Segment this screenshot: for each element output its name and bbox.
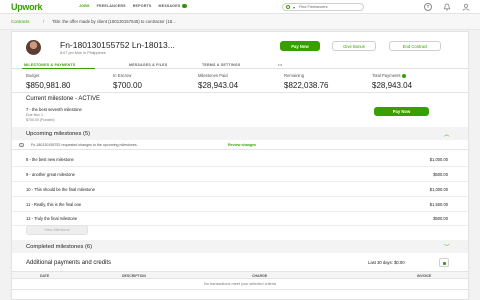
completed-milestones-title: Completed milestones (6) [26, 243, 93, 250]
milestone-name: 10 - This should be the final milestone [26, 187, 95, 192]
stat-label-text: Total Payments [372, 73, 401, 78]
top-navigation: Upwork JOBS FREELANCERS REPORTS MESSAGES… [0, 0, 480, 14]
pay-now-button[interactable]: Pay Now [280, 41, 320, 51]
upcoming-milestones-title: Upcoming milestones (5) [26, 130, 91, 137]
divider [12, 92, 468, 93]
milestone-amount: $1,000.00 [429, 157, 448, 162]
search-input[interactable]: Find Freelancers [299, 5, 328, 9]
nav-links: JOBS FREELANCERS REPORTS MESSAGES 5 [79, 4, 187, 8]
help-icon[interactable]: ? [424, 3, 432, 11]
milestone-name: 12 - Truly the final milestone [26, 216, 78, 221]
view-milestone-button[interactable]: View Milestone [26, 225, 88, 235]
tab-terms-settings[interactable]: TERMS & SETTINGS [202, 63, 240, 67]
stat-milestones-paid: Milestones Paid $28,943.04 [198, 73, 238, 90]
tab-milestones-payments[interactable]: MILESTONES & PAYMENTS [24, 63, 75, 67]
milestone-name: 8 - the best new milestone [26, 157, 74, 162]
date-range-filter[interactable]: Last 30 days: $0.00 [368, 260, 405, 265]
stat-budget: Budget $850,981.80 [26, 73, 71, 90]
upwork-logo[interactable]: Upwork [11, 2, 43, 12]
current-milestone-amount: $700.00 (Funded) [26, 118, 55, 122]
notice-text: Fn-180130155752 requested changes to the… [31, 143, 138, 147]
info-icon: i [19, 142, 24, 147]
stat-label: Milestones Paid [198, 73, 228, 78]
list-item: 10 - This should be the final milestone … [12, 181, 468, 197]
stat-label: Remaining [284, 73, 305, 78]
milestone-amount: $500.00 [433, 216, 448, 221]
empty-table-message: No transactions meet your selected crite… [204, 282, 276, 286]
contractor-avatar [26, 40, 41, 55]
tab-messages-files[interactable]: MESSAGES & FILES [129, 63, 167, 67]
list-item: 9 - another great milestone $500.00 [12, 166, 468, 182]
stat-in-escrow: In Escrow $700.00 [113, 73, 142, 90]
stat-label: Budget [26, 73, 40, 78]
nav-link-freelancers[interactable]: FREELANCERS [97, 4, 126, 8]
milestone-amount: $1,000.00 [429, 187, 448, 192]
filter-button[interactable] [439, 258, 449, 267]
column-header-invoice[interactable]: INVOICE [417, 274, 431, 278]
current-milestone-due: Due Nov 1 [26, 113, 43, 117]
contract-tabs: MILESTONES & PAYMENTS MESSAGES & FILES T… [12, 61, 468, 70]
breadcrumb-separator: / [43, 18, 45, 24]
tab-more[interactable]: ••• [278, 63, 282, 67]
breadcrumb-current-title: Title: the offer made by client (1801301… [52, 19, 176, 24]
change-request-notice: i Fn-180130155752 requested changes to t… [12, 140, 468, 150]
breadcrumb-contracts-link[interactable]: Contracts [11, 19, 29, 24]
current-milestone-heading: Current milestone - ACTIVE [26, 96, 101, 102]
stat-label: Total Payments [372, 73, 412, 78]
bell-icon[interactable] [443, 3, 451, 11]
search-icon[interactable] [286, 5, 290, 9]
current-milestone-name: 7 - the best seventh milestone [26, 107, 82, 112]
chevron-down-icon[interactable]: ﹀ [444, 243, 450, 251]
breadcrumb: Contracts / Title: the offer made by cli… [0, 14, 480, 30]
contract-title: Fn-180130155752 Ln-18013... [60, 40, 175, 50]
nav-link-reports[interactable]: REPORTS [133, 4, 152, 8]
nav-link-messages-label: MESSAGES [158, 4, 181, 8]
stat-value: $850,981.80 [26, 80, 71, 90]
review-changes-link[interactable]: Review changes [228, 143, 256, 147]
nav-link-messages[interactable]: MESSAGES 5 [159, 4, 187, 8]
stat-value: $822,038.76 [284, 80, 329, 90]
stat-remaining: Remaining $822,038.76 [284, 73, 329, 90]
milestone-name: 11 - Really, this is the final one [26, 202, 82, 207]
column-header-charge[interactable]: CHARGE [252, 274, 267, 278]
contractor-local-time: 8:07 pm Mon in Philippines [60, 51, 106, 55]
list-item: 8 - the best new milestone $1,000.00 [12, 151, 468, 167]
info-icon[interactable] [401, 73, 406, 78]
filter-icon [443, 262, 446, 265]
stat-total-payments: Total Payments $28,943.04 [372, 73, 412, 90]
active-tab-indicator [22, 68, 95, 70]
stat-label: In Escrow [113, 73, 132, 78]
additional-payments-title: Additional payments and credits [26, 260, 112, 266]
milestone-name: 9 - another great milestone [26, 172, 75, 177]
column-header-description[interactable]: DESCRIPTION [122, 274, 146, 278]
chevron-up-icon[interactable]: ︿ [444, 130, 450, 138]
column-header-date[interactable]: DATE [40, 274, 49, 278]
contract-card: Fn-180130155752 Ln-18013... 8:07 pm Mon … [11, 31, 469, 300]
user-menu-icon[interactable] [462, 3, 470, 11]
list-item: 12 - Truly the final milestone $500.00 [12, 210, 468, 226]
pay-milestone-button[interactable]: Pay Now [374, 107, 429, 116]
stat-value: $28,943.04 [372, 80, 413, 90]
stat-value: $700.00 [113, 80, 142, 90]
divider [12, 289, 468, 290]
completed-milestones-header[interactable]: Completed milestones (6) ﹀ [12, 240, 468, 253]
messages-count-badge: 5 [181, 4, 187, 8]
milestone-amount: $1,500.00 [429, 202, 448, 207]
stat-value: $28,943.04 [198, 80, 239, 90]
nav-link-jobs[interactable]: JOBS [79, 4, 90, 8]
search-box[interactable]: ▾ Find Freelancers [282, 3, 364, 11]
give-bonus-button[interactable]: Give Bonus [332, 41, 376, 51]
transactions-table-header: DATE DESCRIPTION CHARGE INVOICE [12, 271, 468, 279]
upcoming-milestones-header[interactable]: Upcoming milestones (5) ︿ [12, 127, 468, 140]
milestone-amount: $500.00 [433, 172, 448, 177]
chevron-down-icon[interactable]: ▾ [293, 5, 295, 10]
end-contract-button[interactable]: End Contract [389, 41, 441, 51]
